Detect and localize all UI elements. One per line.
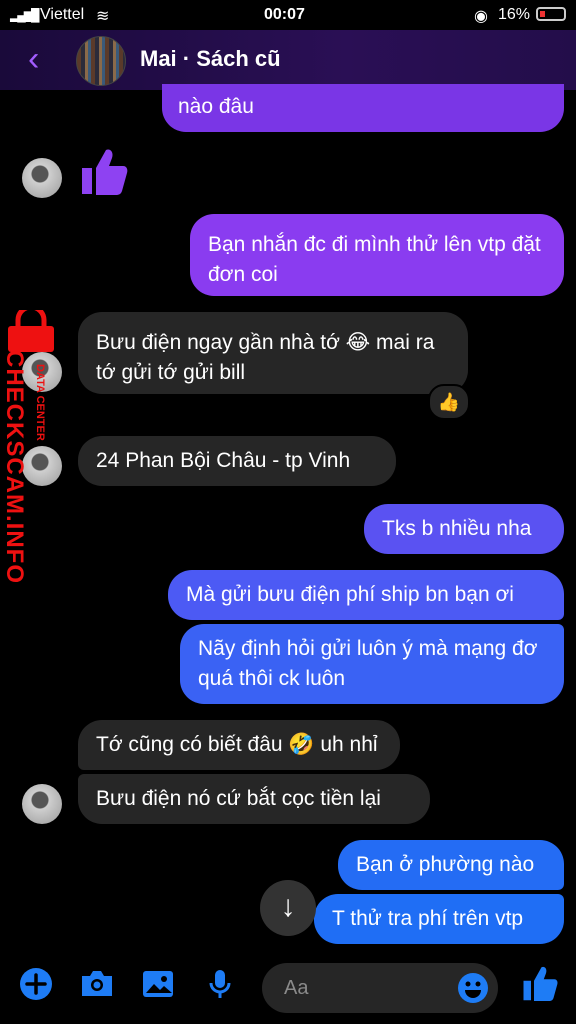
status-bar: ▂▄▆█ Viettel ≋ 00:07 ◉ 16% bbox=[0, 0, 576, 30]
conversation-header: ‹ Mai · Sách cũ bbox=[0, 30, 576, 90]
scroll-down-button[interactable]: ↓ bbox=[260, 880, 316, 936]
message-incoming[interactable]: 24 Phan Bội Châu - tp Vinh bbox=[78, 436, 396, 486]
photo-icon[interactable] bbox=[140, 966, 176, 1002]
clock: 00:07 bbox=[264, 6, 305, 23]
contact-avatar-small[interactable] bbox=[22, 158, 62, 198]
message-input[interactable]: Aa bbox=[262, 963, 498, 1013]
back-chevron-icon[interactable]: ‹ bbox=[28, 42, 39, 76]
thumbs-up-send-icon[interactable] bbox=[522, 964, 558, 1001]
contact-avatar-small[interactable] bbox=[22, 446, 62, 486]
thumbs-up-icon bbox=[80, 146, 128, 196]
lock-icon bbox=[4, 304, 58, 352]
message-outgoing[interactable]: T thử tra phí trên vtp bbox=[314, 894, 564, 944]
contact-avatar[interactable] bbox=[76, 36, 126, 86]
message-outgoing[interactable]: Tks b nhiều nha bbox=[364, 504, 564, 554]
message-outgoing[interactable]: Bạn nhắn đc đi mình thử lên vtp đặt đơn … bbox=[190, 214, 564, 296]
rotation-lock-icon: ◉ bbox=[474, 8, 488, 25]
microphone-icon[interactable] bbox=[202, 966, 238, 1002]
message-outgoing[interactable]: Bạn ở phường nào bbox=[338, 840, 564, 890]
carrier-label: Viettel bbox=[40, 6, 85, 23]
watermark-sub: DATA CENTER bbox=[34, 364, 46, 441]
emoji-icon[interactable] bbox=[456, 971, 490, 1005]
message-incoming[interactable]: Tớ cũng có biết đâu 🤣 uh nhỉ bbox=[78, 720, 400, 770]
arrow-down-icon: ↓ bbox=[280, 890, 296, 923]
message-incoming[interactable]: Bưu điện ngay gần nhà tớ 😂 mai ra tớ gửi… bbox=[78, 312, 468, 394]
message-incoming[interactable]: Bưu điện nó cứ bắt cọc tiền lại bbox=[78, 774, 430, 824]
reaction-badge[interactable]: 👍 bbox=[428, 384, 470, 420]
wifi-icon: ≋ bbox=[96, 8, 110, 25]
battery-icon bbox=[536, 7, 566, 21]
message-outgoing[interactable]: Nãy định hỏi gửi luôn ý mà mạng đơ quá t… bbox=[180, 624, 564, 704]
camera-icon[interactable] bbox=[78, 966, 114, 1002]
message-input-placeholder: Aa bbox=[284, 977, 309, 999]
contact-avatar-small[interactable] bbox=[22, 784, 62, 824]
contact-name[interactable]: Mai · Sách cũ bbox=[140, 46, 281, 72]
composer-bar: Aa bbox=[0, 950, 576, 1024]
plus-icon[interactable] bbox=[18, 966, 54, 1002]
watermark-main: CHECKSCAM.INFO bbox=[1, 350, 28, 584]
signal-icon: ▂▄▆█ bbox=[10, 8, 40, 22]
message-outgoing[interactable]: nào đâu bbox=[162, 84, 564, 132]
battery-percent: 16% bbox=[498, 6, 531, 23]
message-outgoing[interactable]: Mà gửi bưu điện phí ship bn bạn ơi bbox=[168, 570, 564, 620]
